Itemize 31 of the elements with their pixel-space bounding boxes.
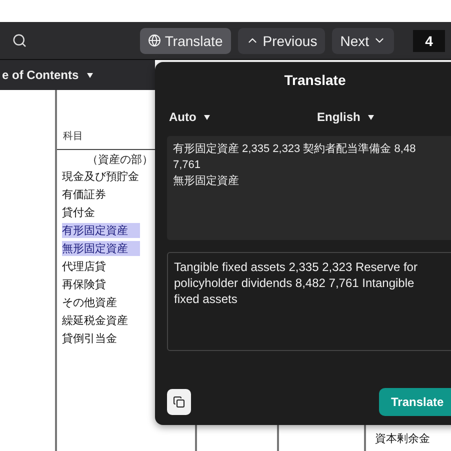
caret-down-icon (86, 72, 93, 78)
translate-button[interactable]: Translate (140, 28, 231, 54)
source-text-field[interactable]: 有形固定資産 2,335 2,323 契約者配当準備金 8,48 7,761 無形固定資産 (167, 136, 451, 240)
globe-icon (148, 34, 161, 47)
sidebar-header[interactable]: e of Contents (0, 60, 155, 90)
account-item: 無形固定資産 (62, 240, 140, 256)
target-language-select[interactable]: English (315, 108, 415, 126)
previous-button[interactable]: Previous (238, 28, 326, 54)
translate-action-button[interactable]: Translate (379, 388, 451, 416)
translation-field[interactable]: Tangible fixed assets 2,335 2,323 Reserve for policyholder dividends 8,482 7,761 Intangible fixed assets (167, 252, 451, 351)
account-item: 繰延税金資産 (62, 314, 128, 328)
account-item: 有形固定資産 (62, 222, 140, 238)
account-item: 再保険貸 (62, 278, 106, 292)
next-button[interactable]: Next (332, 28, 394, 54)
account-item: 有価証券 (62, 188, 106, 202)
account-item: その他資産 (62, 296, 117, 310)
page-number-field[interactable]: 4 (413, 30, 445, 52)
account-item: 現金及び預貯金 (62, 170, 139, 184)
caret-down-icon (204, 115, 210, 120)
dialog-title: Translate (283, 72, 347, 88)
caret-down-icon (368, 115, 374, 120)
search-icon[interactable] (12, 33, 27, 48)
account-item: 貸付金 (62, 206, 95, 220)
account-item: 資本剰余金 (374, 432, 431, 447)
copy-icon (173, 396, 185, 408)
source-language-select[interactable]: Auto (167, 108, 315, 126)
account-item: 貸倒引当金 (62, 332, 117, 346)
copy-button[interactable] (167, 389, 191, 415)
section-label: （資産の部） (87, 152, 153, 167)
column-header: 科目 (63, 130, 83, 143)
account-item: 代理店貸 (62, 260, 106, 274)
